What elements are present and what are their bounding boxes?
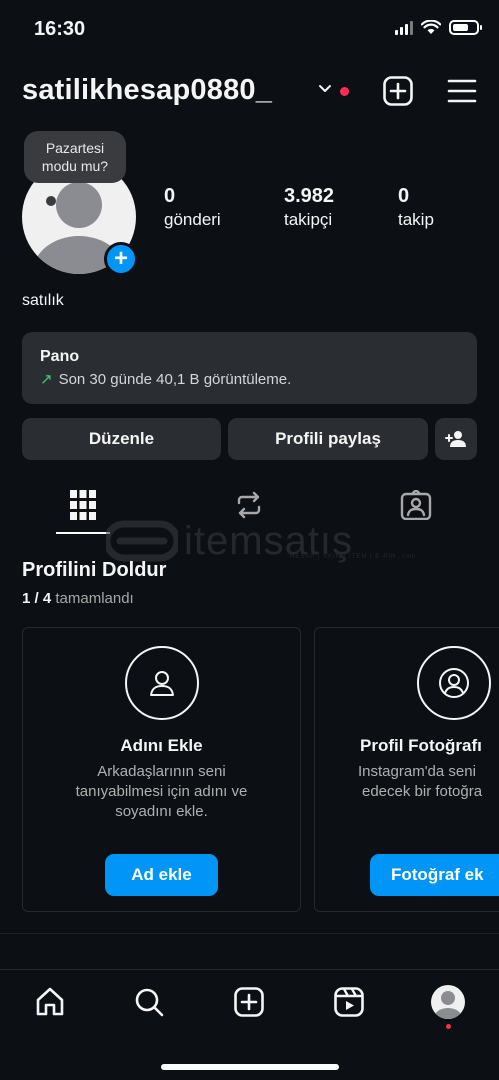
stat-following[interactable]: 0 takip	[398, 185, 434, 230]
menu-icon[interactable]	[446, 75, 478, 107]
card-desc-line-2: tanıyabilmesi için adını ve	[75, 783, 248, 800]
signal-icon	[395, 20, 413, 35]
discover-people-button[interactable]	[435, 418, 477, 460]
active-tab-indicator	[56, 532, 110, 534]
wifi-icon	[421, 20, 441, 34]
stat-followers-label: takipçi	[284, 210, 333, 229]
card-desc-line-1: Arkadaşlarının seni	[97, 763, 226, 780]
add-person-icon	[445, 431, 466, 447]
progress-label: tamamlandı	[55, 590, 134, 607]
notification-dot	[340, 87, 349, 96]
add-photo-button[interactable]: Fotoğraf ek	[370, 854, 499, 896]
card-desc-line-2: edecek bir fotoğra	[362, 783, 483, 800]
search-icon[interactable]	[131, 984, 167, 1020]
stat-posts-value: 0	[164, 185, 176, 207]
stat-posts[interactable]: 0 gönderi	[164, 185, 221, 230]
note-line-2: modu mu?	[41, 158, 109, 174]
status-icons	[395, 20, 482, 35]
note-line-1: Pazartesi	[45, 140, 105, 156]
stat-followers-value: 3.982	[284, 185, 335, 207]
progress-count: 1 / 4	[22, 590, 52, 607]
reels-icon[interactable]	[331, 984, 367, 1020]
profile-notification-dot	[446, 1024, 451, 1029]
chevron-down-icon[interactable]	[318, 84, 332, 94]
stat-posts-label: gönderi	[164, 210, 221, 229]
share-profile-button[interactable]: Profili paylaş	[228, 418, 428, 460]
tagged-icon[interactable]	[400, 490, 432, 520]
note-bubble-tail	[46, 196, 56, 206]
create-icon[interactable]	[231, 984, 267, 1020]
profile-photo-icon	[417, 646, 491, 720]
card-title: Profil Fotoğrafı	[360, 736, 482, 755]
add-photo-card: Profil Fotoğrafı Instagram'da seni edece…	[314, 627, 499, 912]
home-icon[interactable]	[32, 984, 68, 1020]
card-desc-line-3: soyadını ekle.	[115, 803, 208, 820]
profile-bio: satılık	[22, 292, 64, 309]
default-avatar-icon	[434, 991, 462, 1019]
complete-profile-progress: 1 / 4 tamamlandı	[22, 590, 134, 607]
account-username[interactable]: satilikhesap0880_	[22, 74, 272, 107]
card-title: Adını Ekle	[120, 736, 203, 755]
stat-following-label: takip	[398, 210, 434, 229]
dashboard-card[interactable]: Pano ↗ Son 30 günde 40,1 B görüntüleme.	[22, 332, 477, 404]
person-icon	[125, 646, 199, 720]
dashboard-title: Pano	[40, 348, 80, 365]
stat-following-value: 0	[398, 185, 410, 207]
trend-up-icon: ↗	[40, 371, 53, 388]
edit-profile-button[interactable]: Düzenle	[22, 418, 221, 460]
add-story-button[interactable]: +	[104, 242, 138, 276]
complete-profile-title: Profilini Doldur	[22, 559, 167, 581]
add-name-card: Adını Ekle Arkadaşlarının seni tanıyabil…	[22, 627, 301, 912]
stat-followers[interactable]: 3.982 takipçi	[284, 185, 334, 230]
battery-icon	[449, 20, 482, 35]
nav-profile-avatar[interactable]	[431, 985, 465, 1019]
new-post-icon[interactable]	[382, 75, 414, 107]
add-name-button[interactable]: Ad ekle	[105, 854, 218, 896]
grid-icon[interactable]	[70, 490, 96, 520]
status-time: 16:30	[34, 18, 86, 40]
card-desc-line-1: Instagram'da seni	[358, 763, 476, 780]
divider	[0, 933, 499, 934]
note-bubble[interactable]: Pazartesi modu mu?	[24, 131, 126, 183]
watermark-subtext: HESAP | SKIN | ITEM | E-PIN .com	[290, 554, 416, 560]
nav-divider	[0, 969, 499, 970]
dashboard-subtitle: Son 30 günde 40,1 B görüntüleme.	[58, 370, 292, 388]
home-indicator[interactable]	[161, 1064, 339, 1070]
